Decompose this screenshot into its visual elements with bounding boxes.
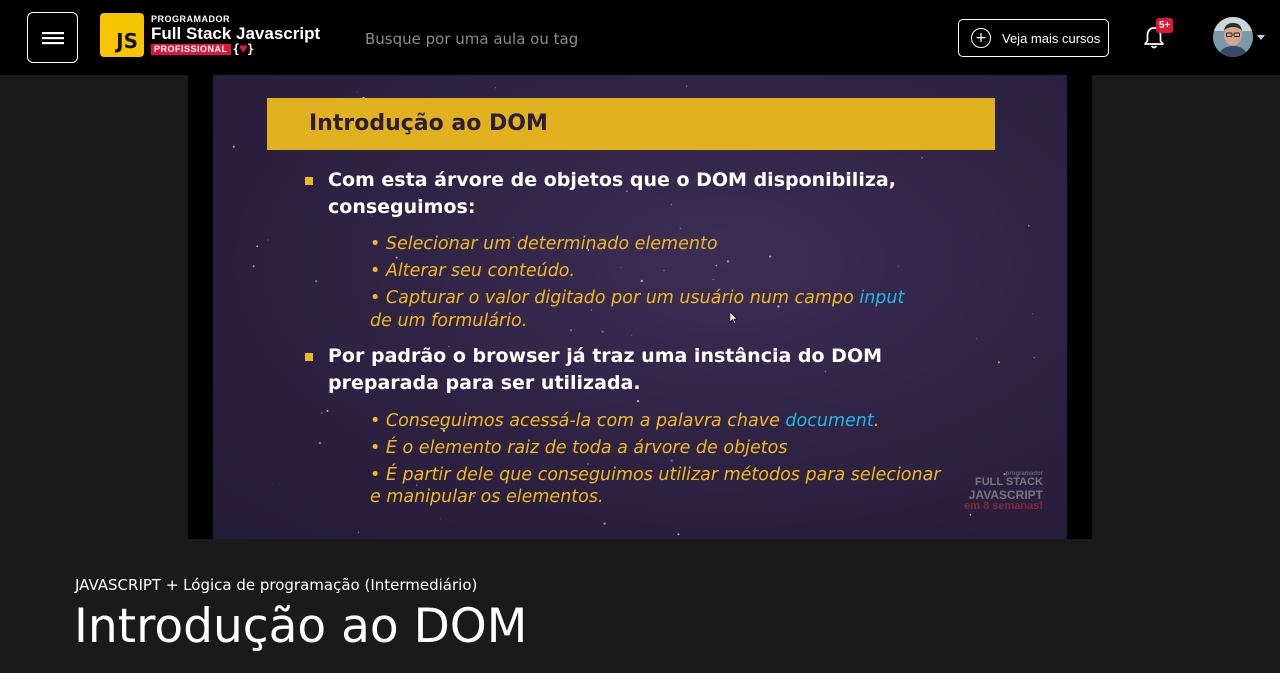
slide-sub-line: • Selecionar um determinado elemento xyxy=(370,234,718,254)
star-dot xyxy=(670,203,673,206)
star-dot xyxy=(320,411,323,415)
slide-title: Introdução ao DOM xyxy=(309,111,548,136)
brace-open: { xyxy=(232,42,240,56)
more-courses-label: Veja mais cursos xyxy=(1002,30,1101,46)
js-logo-icon: JS xyxy=(100,13,144,57)
star-dot xyxy=(640,279,644,283)
star-dot xyxy=(256,245,259,248)
slide-sub-line: • Conseguimos acessá-la com a palavra ch… xyxy=(370,411,879,431)
slide-sub-line: • Alterar seu conteúdo. xyxy=(370,261,576,281)
slide-sub-text: • Conseguimos acessá-la com a palavra ch… xyxy=(370,411,786,431)
brace-close: } xyxy=(246,42,255,56)
star-dot xyxy=(679,227,681,229)
more-courses-button[interactable]: + Veja mais cursos xyxy=(958,19,1109,57)
star-dot xyxy=(314,279,318,283)
slide-sub-line: • É o elemento raiz de toda a árvore de … xyxy=(370,438,788,458)
logo-brace-heart-icon: {♥} xyxy=(233,43,255,55)
star-dot xyxy=(1027,225,1030,227)
video-slide-frame: Introdução ao DOM Com esta árvore de obj… xyxy=(213,75,1067,539)
star-dot xyxy=(440,518,442,520)
slide-sub-line-continued: e manipular os elementos. xyxy=(370,487,604,507)
star-dot xyxy=(726,260,729,263)
avatar-image xyxy=(1213,17,1253,57)
lesson-title: Introdução ao DOM xyxy=(74,599,528,654)
star-dot xyxy=(636,399,640,403)
mouse-cursor-icon xyxy=(730,312,738,324)
bullet-square-icon xyxy=(305,177,313,185)
star-dot xyxy=(570,329,572,332)
user-avatar[interactable] xyxy=(1213,17,1253,57)
star-dot xyxy=(969,514,972,516)
video-player[interactable]: Introdução ao DOM Com esta árvore de obj… xyxy=(188,75,1092,539)
star-dot xyxy=(318,441,322,445)
star-dot xyxy=(631,334,633,336)
slide-title-bar: Introdução ao DOM xyxy=(267,98,995,150)
logo-text: PROGRAMADOR Full Stack Javascript PROFIS… xyxy=(151,15,320,55)
watermark-line3: em 8 semanas! xyxy=(964,500,1043,513)
star-dot xyxy=(663,270,665,272)
slide-main-line: Por padrão o browser já traz uma instânc… xyxy=(328,345,883,367)
hamburger-menu-icon xyxy=(41,31,64,44)
slide-main-line: conseguimos: xyxy=(328,196,476,218)
star-dot xyxy=(685,85,688,87)
star-dot xyxy=(267,239,269,241)
star-dot xyxy=(677,533,680,536)
star-dot xyxy=(670,459,673,462)
search-input[interactable] xyxy=(365,28,765,50)
slide-sub-line: • É partir dele que conseguimos utilizar… xyxy=(370,465,941,485)
star-dot xyxy=(326,409,329,412)
notification-badge[interactable]: 5+ xyxy=(1156,18,1174,33)
logo-line-profissional: PROFISSIONAL xyxy=(151,43,231,55)
star-dot xyxy=(494,87,496,89)
slide-main-line: Com esta árvore de objetos que o DOM dis… xyxy=(328,169,896,191)
logo-line-fullstack: Full Stack Javascript xyxy=(151,24,321,43)
plus-circle-icon: + xyxy=(971,28,991,48)
star-dot xyxy=(1033,357,1035,359)
star-dot xyxy=(712,279,714,281)
star-dot xyxy=(232,145,235,148)
logo-line-profissional-row: PROFISSIONAL {♥} xyxy=(151,43,320,55)
logo-line-programador: PROGRAMADOR xyxy=(151,14,230,24)
hamburger-menu-button[interactable] xyxy=(27,12,78,63)
star-dot xyxy=(357,531,360,534)
star-dot xyxy=(1031,313,1033,315)
star-dot xyxy=(921,157,923,159)
star-dot xyxy=(715,264,718,267)
star-dot xyxy=(356,91,358,93)
site-logo[interactable]: JS PROGRAMADOR Full Stack Javascript PRO… xyxy=(100,13,320,57)
star-dot xyxy=(601,330,604,334)
slide-sub-text: • Capturar o valor digitado por um usuár… xyxy=(370,288,860,308)
star-dot xyxy=(252,265,255,268)
star-dot xyxy=(395,256,398,259)
course-watermark: programador FULL STACK JAVASCRIPT em 8 s… xyxy=(961,471,1043,513)
heart-icon: ♥ xyxy=(239,42,247,56)
star-dot xyxy=(591,309,592,311)
slide-sub-punct: . xyxy=(873,411,880,431)
star-dot xyxy=(897,265,899,267)
star-dot xyxy=(620,266,622,268)
star-dot xyxy=(976,338,978,340)
top-navigation-bar: JS PROGRAMADOR Full Stack Javascript PRO… xyxy=(0,0,1280,75)
caret-down-icon[interactable] xyxy=(1257,35,1265,40)
star-dot xyxy=(278,483,280,485)
star-dot xyxy=(824,370,826,373)
slide-sub-line-continued: de um formulário. xyxy=(370,311,528,331)
star-dot xyxy=(997,361,1001,364)
bullet-square-icon xyxy=(305,353,313,361)
slide-highlight-word: document xyxy=(785,411,874,431)
slide-main-line: preparada para ser utilizada. xyxy=(328,372,641,394)
course-category: JAVASCRIPT + Lógica de programação (Inte… xyxy=(75,576,478,594)
star-dot xyxy=(769,255,772,258)
star-dot xyxy=(603,522,606,525)
slide-highlight-word: input xyxy=(859,288,905,308)
slide-sub-line: • Capturar o valor digitado por um usuár… xyxy=(370,288,904,308)
